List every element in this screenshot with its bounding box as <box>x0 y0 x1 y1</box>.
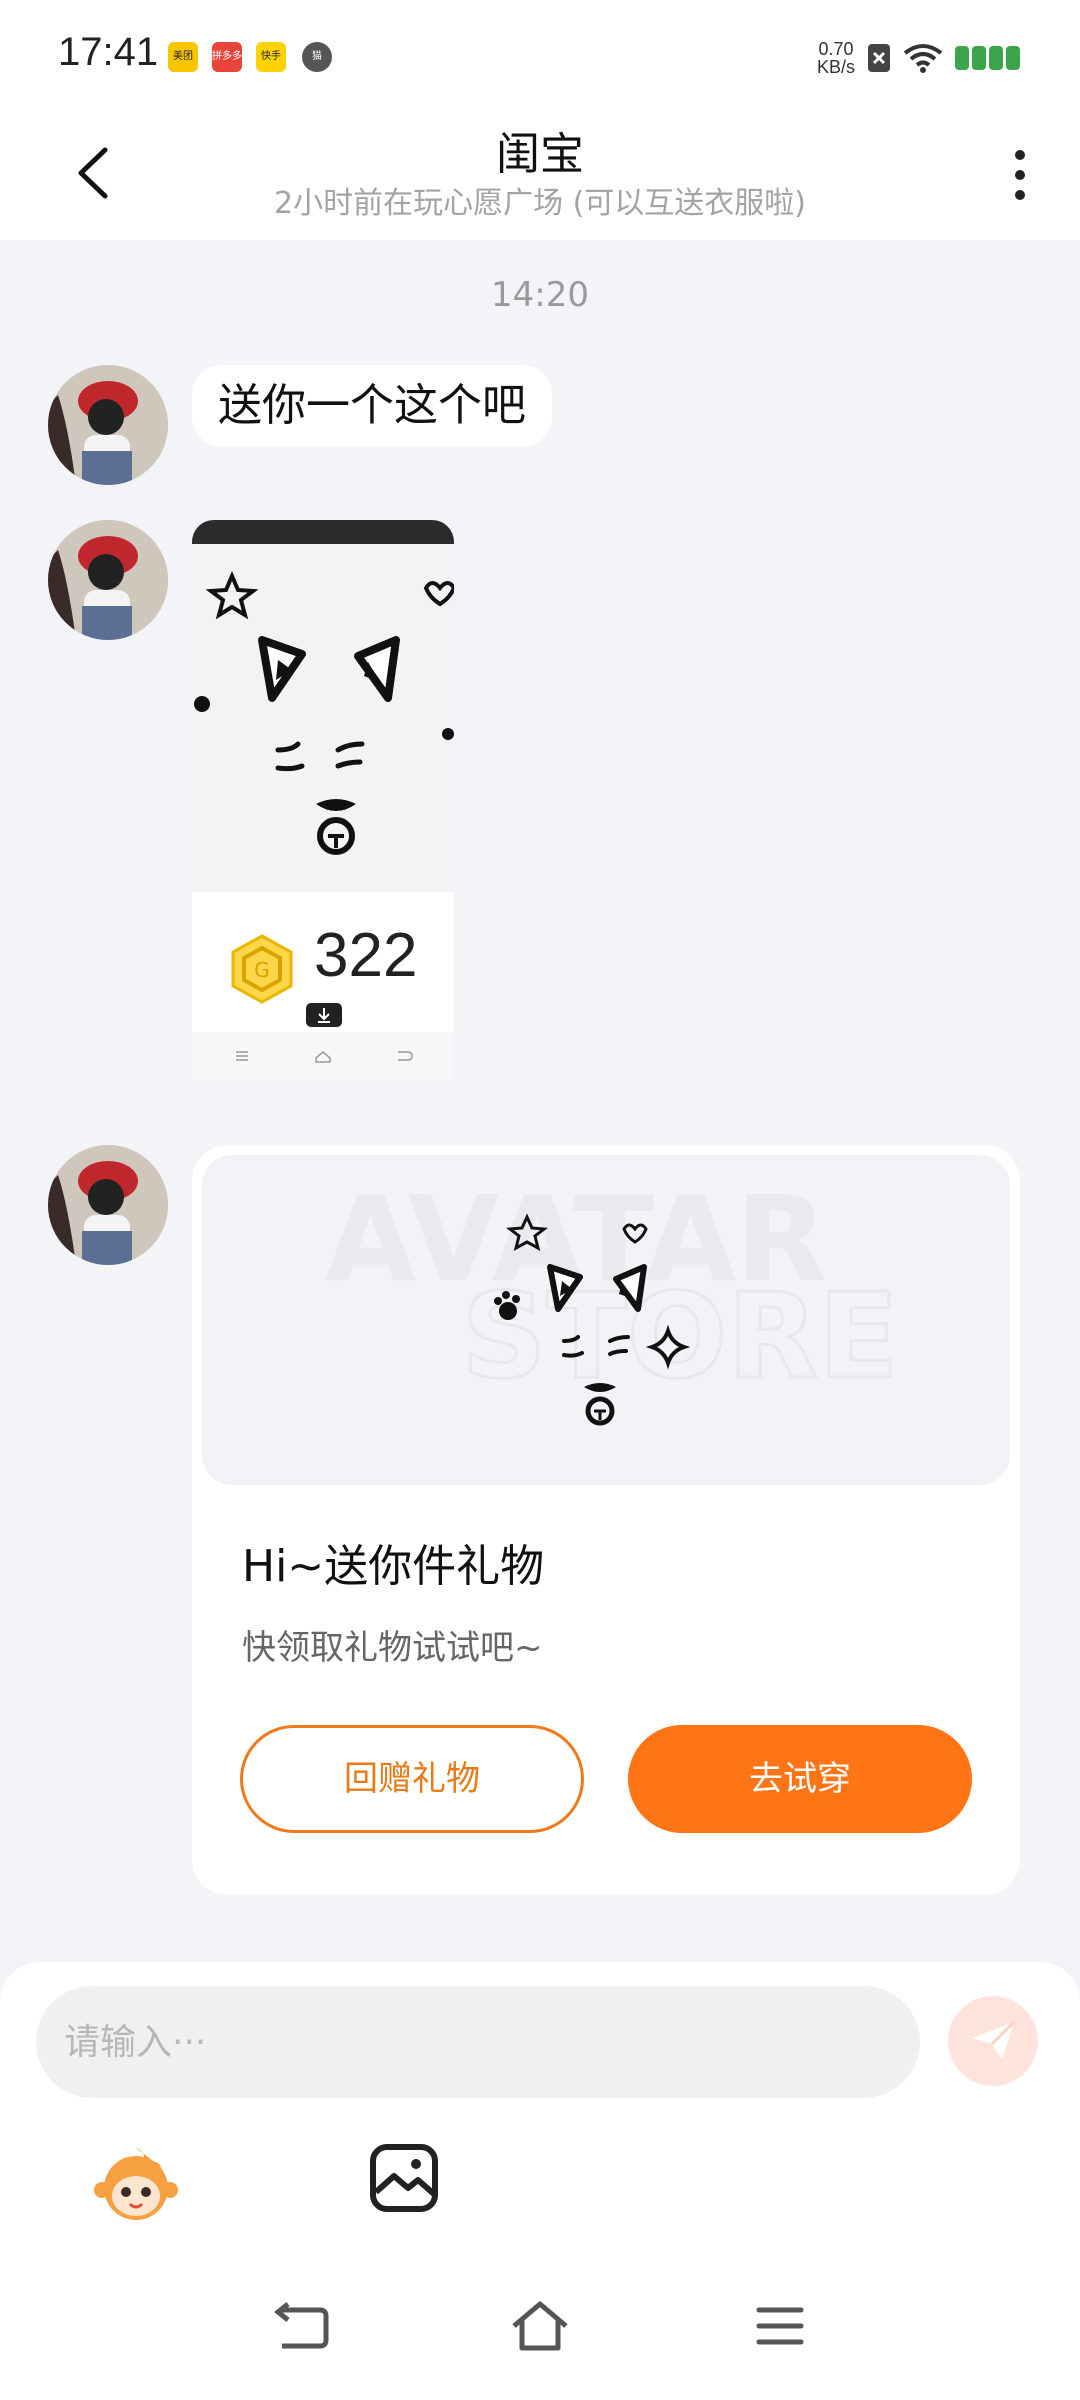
emoji-sticker-button[interactable] <box>92 2140 180 2228</box>
send-button[interactable] <box>948 1996 1038 2086</box>
net-speed-unit: KB/s <box>816 57 855 77</box>
cat-app-icon: 猫 <box>302 42 332 72</box>
message-input[interactable] <box>36 1986 920 2098</box>
image-top-bar <box>192 520 454 544</box>
status-time: 17:41 <box>58 30 159 74</box>
image-nav-bar <box>192 1032 454 1080</box>
meituan-icon: 美团 <box>168 42 198 72</box>
coin-count: 322 <box>314 921 418 990</box>
nav-back-button[interactable] <box>270 2302 330 2352</box>
menu-icon <box>756 2307 804 2345</box>
avatar-image <box>48 365 168 485</box>
system-nav-bar <box>0 2262 1080 2400</box>
battery-icon <box>955 46 1020 70</box>
mascot-emoji-icon <box>94 2148 178 2220</box>
more-options-button[interactable] <box>1000 140 1040 210</box>
chat-header: 闺宝 2小时前在玩心愿广场 (可以互送衣服啦) <box>0 110 1080 240</box>
image-icon <box>370 2144 438 2212</box>
try-on-button[interactable]: 去试穿 <box>628 1725 972 1833</box>
pinduoduo-icon: 拼多多 <box>212 42 242 72</box>
watermark-line2: STORE <box>461 1267 898 1405</box>
sim-off-icon <box>868 44 890 72</box>
message-timestamp: 14:20 <box>491 275 589 315</box>
avatar-image <box>48 520 168 640</box>
message-bubble[interactable]: 送你一个这个吧 <box>192 365 552 447</box>
net-speed-value: 0.70 <box>818 39 854 59</box>
avatar[interactable] <box>48 365 168 485</box>
avatar[interactable] <box>48 1145 168 1265</box>
gift-card[interactable]: AVATAR STORE Hi~送你件礼物 快领取礼物试试吧~ 回赠礼物 去试穿 <box>192 1145 1020 1895</box>
composer-panel <box>0 1962 1080 2262</box>
net-speed: 0.70 KB/s <box>817 40 855 76</box>
contact-status: 2小时前在玩心愿广场 (可以互送衣服啦) <box>273 186 807 221</box>
wifi-icon <box>903 44 943 73</box>
gift-title: Hi~送你件礼物 <box>242 1541 545 1592</box>
back-arrow-icon <box>273 2302 329 2349</box>
coin-icon: G <box>231 934 293 1004</box>
gift-preview-image: AVATAR STORE <box>202 1155 1010 1485</box>
status-bar: 17:41 美团 拼多多 快手 猫 0.70 KB/s <box>0 0 1080 110</box>
contact-name: 闺宝 <box>496 129 584 180</box>
image-message[interactable]: G 322 <box>192 520 454 1080</box>
image-picker-button[interactable] <box>368 2142 440 2214</box>
send-icon <box>972 2020 1016 2060</box>
avatar-image <box>48 1145 168 1265</box>
nav-home-button[interactable] <box>510 2300 570 2352</box>
status-right-group: 0.70 KB/s <box>817 36 1020 80</box>
avatar[interactable] <box>48 520 168 640</box>
cat-face-image <box>192 544 454 904</box>
return-gift-button[interactable]: 回赠礼物 <box>240 1725 584 1833</box>
svg-text:G: G <box>254 958 270 982</box>
home-icon <box>512 2301 568 2351</box>
nav-recents-button[interactable] <box>755 2304 805 2348</box>
download-icon[interactable] <box>306 1003 342 1027</box>
gift-subtitle: 快领取礼物试试吧~ <box>242 1628 543 1668</box>
kuaishou-icon: 快手 <box>256 42 286 72</box>
